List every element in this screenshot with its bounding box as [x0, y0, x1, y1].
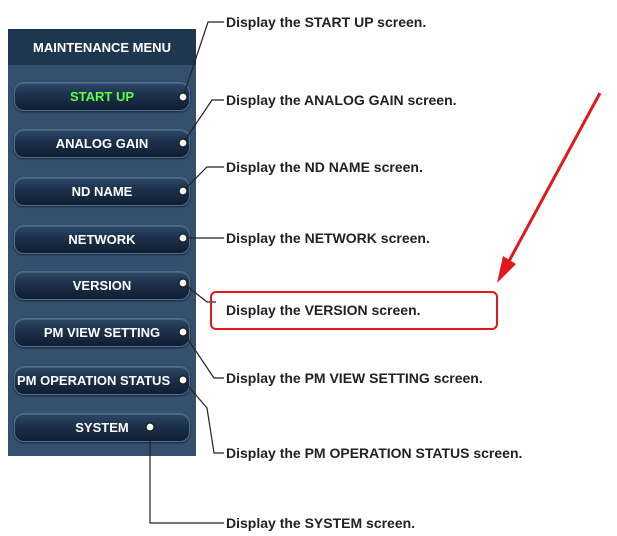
network-connector-dot	[178, 233, 188, 243]
pm-view-setting-connector-dot	[178, 327, 188, 337]
callout-version: Display the VERSION screen.	[226, 302, 421, 318]
callout-line-nd-name	[182, 166, 224, 192]
callout-line-system	[149, 427, 224, 524]
red-arrow	[497, 92, 602, 283]
pm-operation-status-connector-dot	[178, 375, 188, 385]
analog-gain-connector-dot	[178, 138, 188, 148]
callout-pm-operation-status: Display the PM OPERATION STATUS screen.	[226, 445, 523, 461]
callout-line-start-up	[182, 21, 224, 98]
callout-pm-view-setting: Display the PM VIEW SETTING screen.	[226, 370, 483, 386]
callout-analog-gain: Display the ANALOG GAIN screen.	[226, 92, 457, 108]
callout-line-pm-view-setting	[182, 331, 224, 379]
nd-name-connector-dot	[178, 186, 188, 196]
callout-system: Display the SYSTEM screen.	[226, 515, 416, 531]
callout-line-pm-operation-status	[182, 379, 224, 454]
callout-start-up: Display the START UP screen.	[226, 14, 427, 30]
callout-nd-name: Display the ND NAME screen.	[226, 159, 423, 175]
callout-line-analog-gain	[182, 99, 224, 144]
system-connector-dot	[145, 422, 155, 432]
callout-network: Display the NETWORK screen.	[226, 230, 430, 246]
start-up-connector-dot	[178, 92, 188, 102]
version-connector-dot	[178, 278, 188, 288]
